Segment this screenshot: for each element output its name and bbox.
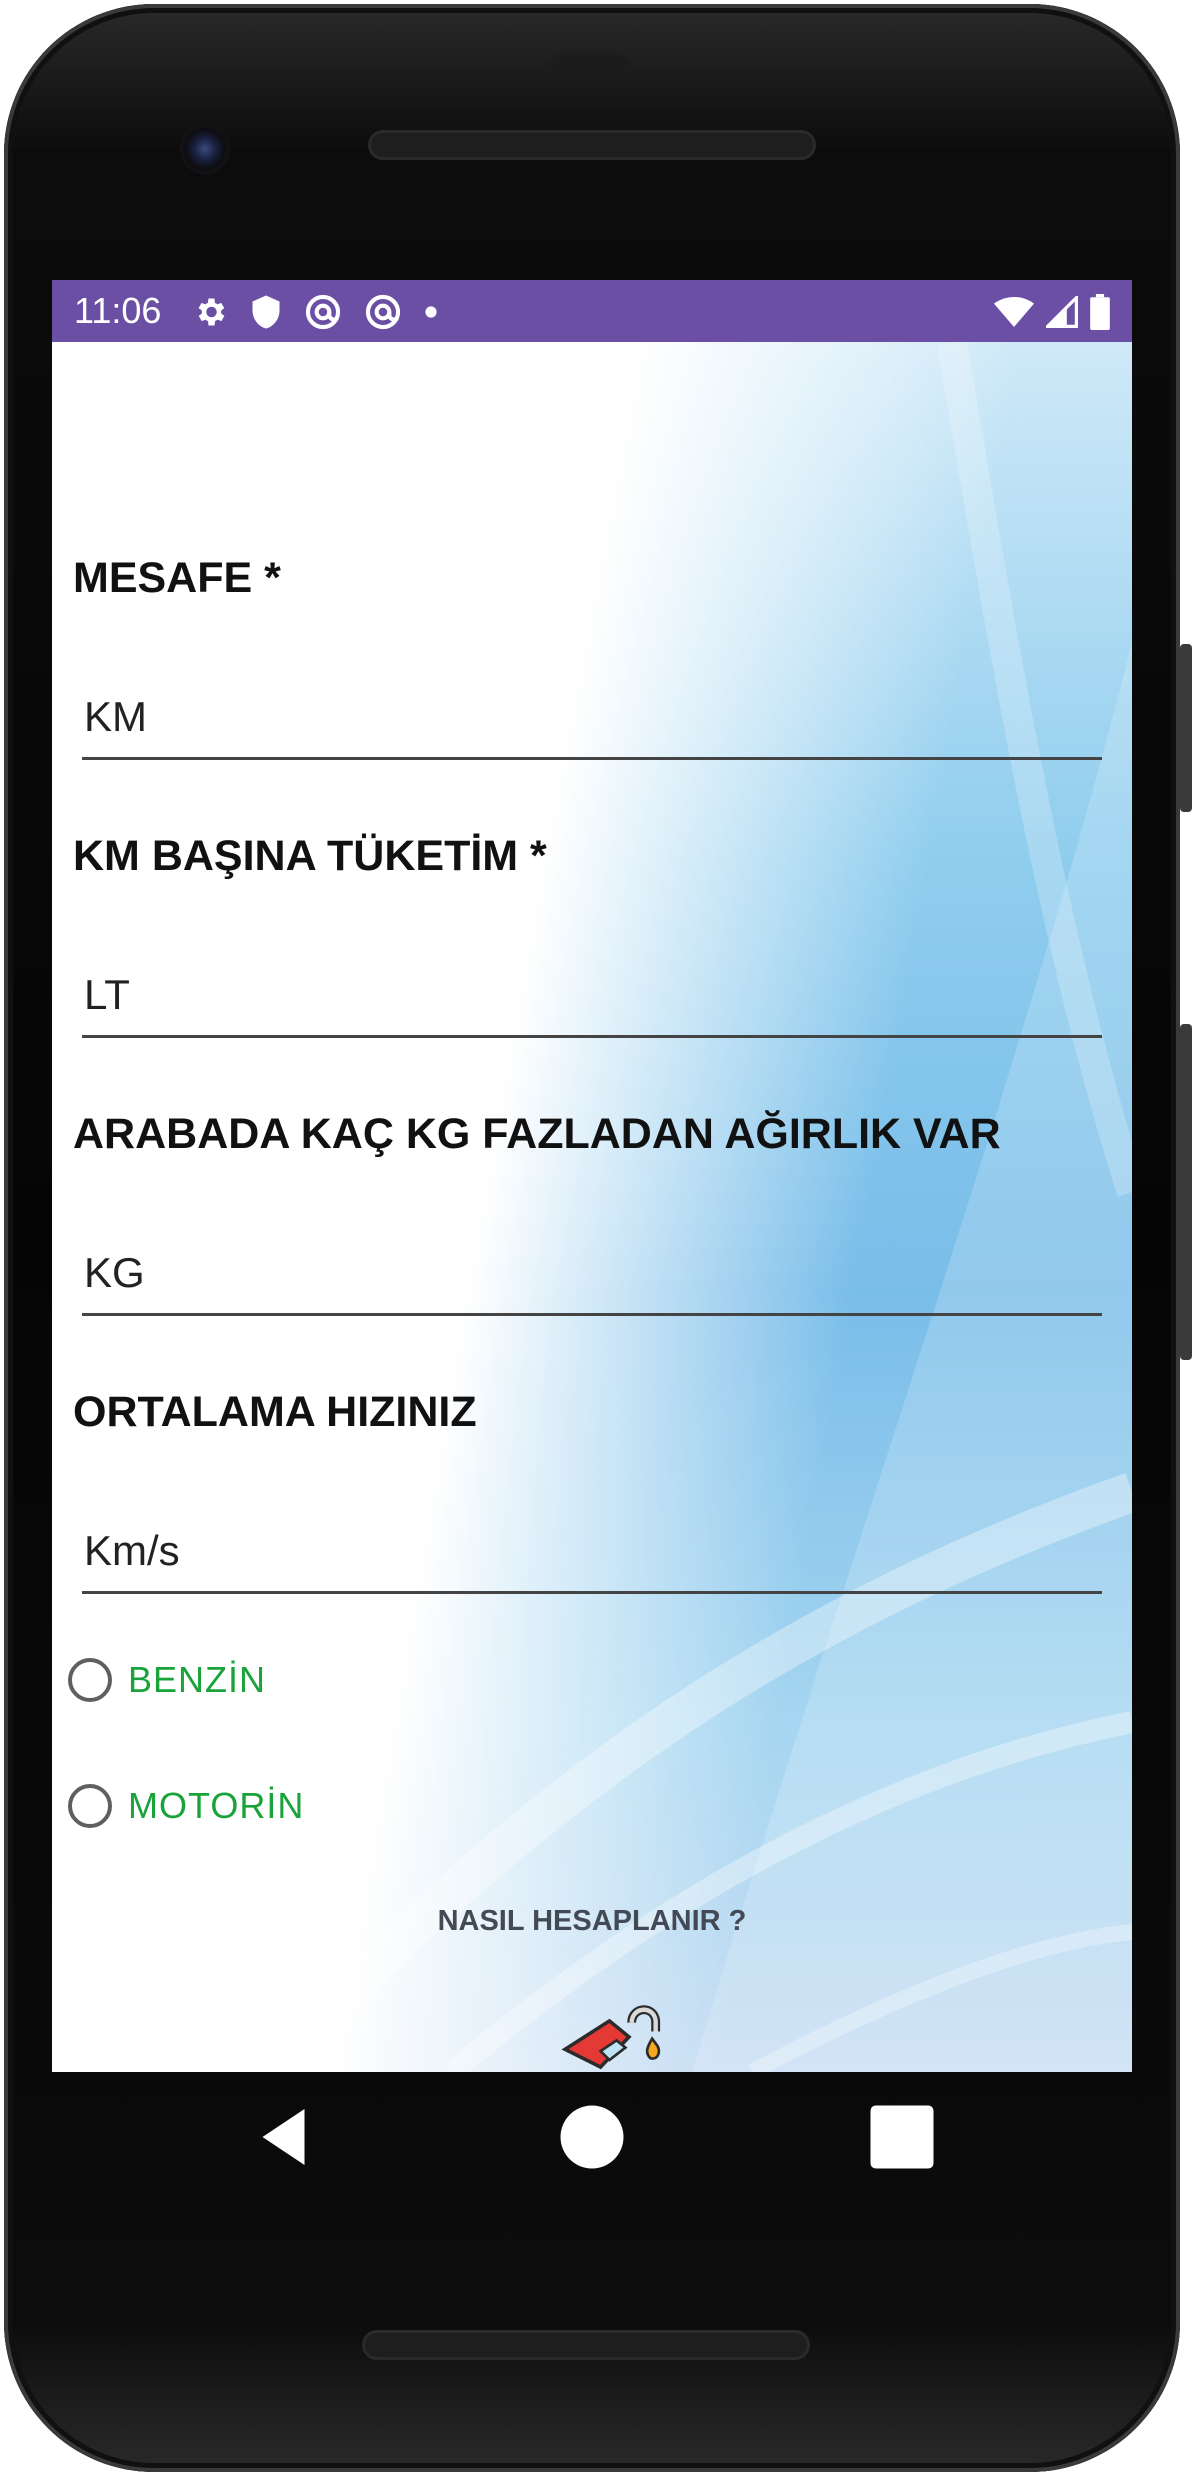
fuel-option-benzin[interactable]: BENZİN: [68, 1650, 266, 1710]
extra-weight-input[interactable]: [82, 1232, 1102, 1316]
front-camera: [180, 124, 230, 174]
shield-icon: [252, 295, 280, 329]
distance-label: MESAFE *: [73, 554, 281, 602]
top-speaker-grille: [368, 130, 816, 160]
battery-icon: [1090, 294, 1110, 330]
fuel-pump-icon[interactable]: [540, 1996, 670, 2072]
notification-icons: [192, 292, 438, 332]
motorin-label[interactable]: MOTORİN: [128, 1785, 304, 1827]
status-time: 11:06: [74, 290, 162, 331]
distance-input[interactable]: [82, 676, 1102, 760]
dot-icon: [425, 306, 437, 318]
earpiece-slot: [550, 54, 630, 80]
power-button: [1180, 644, 1192, 812]
navigation-bar: [52, 2072, 1132, 2202]
extra-weight-label: ARABADA KAÇ KG FAZLADAN AĞIRLIK VAR: [73, 1110, 1001, 1158]
benzin-radio[interactable]: [68, 1658, 112, 1702]
system-icons: [994, 292, 1110, 332]
recents-square-icon[interactable]: [867, 2102, 937, 2172]
benzin-label[interactable]: BENZİN: [128, 1659, 266, 1701]
consumption-label: KM BAŞINA TÜKETİM *: [73, 832, 547, 880]
avg-speed-input[interactable]: [82, 1510, 1102, 1594]
home-circle-icon[interactable]: [557, 2102, 627, 2172]
at-sign-icon: [305, 294, 341, 330]
avg-speed-label: ORTALAMA HIZINIZ: [73, 1388, 477, 1436]
consumption-input[interactable]: [82, 954, 1102, 1038]
how-to-calculate-link[interactable]: NASIL HESAPLANIR ?: [52, 1905, 1132, 1938]
bottom-speaker-grille: [362, 2330, 810, 2360]
back-triangle-icon[interactable]: [252, 2102, 322, 2172]
volume-button: [1180, 1024, 1192, 1360]
fuel-option-motorin[interactable]: MOTORİN: [68, 1776, 304, 1836]
app-content: MESAFE * KM BAŞINA TÜKETİM * ARABADA KAÇ…: [52, 342, 1132, 2072]
signal-icon: [1046, 296, 1078, 328]
motorin-radio[interactable]: [68, 1784, 112, 1828]
gear-icon: [198, 298, 225, 326]
phone-device: 11:06 MESAFE * KM KM BAŞINA TÜKETİM * LT…: [0, 0, 1194, 2480]
screen: 11:06 MESAFE * KM KM BAŞINA TÜKETİM * LT…: [52, 280, 1132, 2072]
at-sign-icon: [365, 294, 401, 330]
status-bar: 11:06: [52, 280, 1132, 342]
wifi-icon: [994, 297, 1034, 327]
